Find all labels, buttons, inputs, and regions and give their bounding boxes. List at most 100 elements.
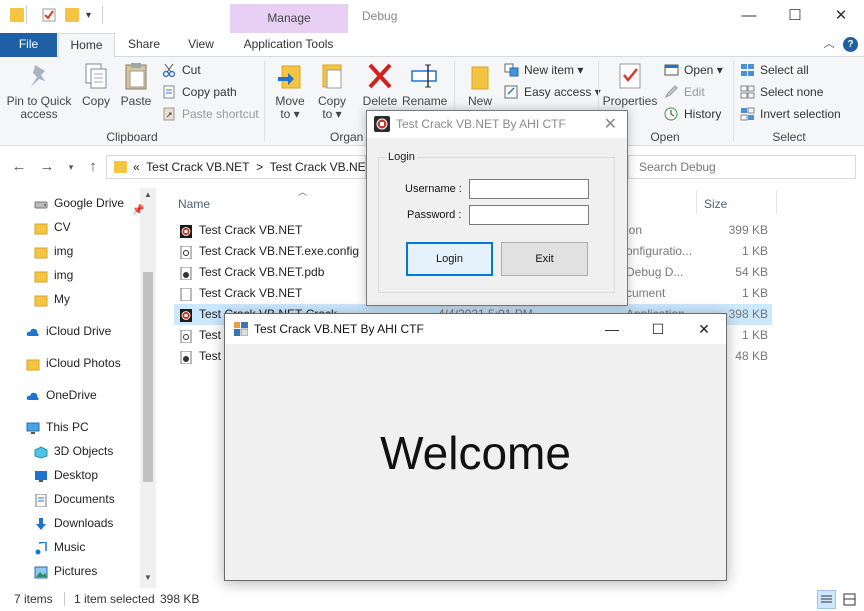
login-button[interactable]: Login — [406, 242, 493, 276]
paste-icon — [122, 61, 150, 91]
file-type: ion — [626, 223, 643, 237]
new-folder-button[interactable]: New — [460, 61, 500, 108]
sidebar-item-documents[interactable]: Documents — [35, 488, 115, 510]
rename-label: Rename — [402, 94, 448, 108]
column-header-name[interactable]: Name — [178, 195, 210, 213]
folder-icon[interactable] — [10, 8, 24, 22]
cut-button[interactable]: Cut — [162, 60, 201, 80]
scroll-up-icon[interactable]: ▲ — [144, 190, 152, 199]
easy-access-button[interactable]: Easy access ▾ — [504, 82, 601, 102]
scroll-down-icon[interactable]: ▼ — [144, 573, 152, 582]
breadcrumb-separator[interactable]: > — [256, 160, 263, 174]
sidebar-item-img-1[interactable]: img — [34, 240, 73, 262]
scissors-icon — [162, 63, 177, 78]
sidebar-item-onedrive[interactable]: OneDrive — [26, 384, 97, 406]
rename-button[interactable]: Rename — [402, 61, 448, 108]
help-button[interactable]: ? — [843, 37, 858, 52]
sidebar-item-icloud-photos[interactable]: iCloud Photos — [26, 352, 121, 374]
sidebar-item-google-drive[interactable]: Google Drive 📌 — [34, 192, 144, 216]
file-size: 54 KB — [735, 265, 768, 279]
tab-manage[interactable]: Manage — [230, 4, 348, 33]
breadcrumb-overflow[interactable]: « — [133, 160, 140, 174]
details-view-icon[interactable] — [817, 590, 836, 609]
delete-button[interactable]: Delete — [358, 61, 402, 108]
sidebar-item-desktop[interactable]: Desktop — [35, 464, 98, 486]
recent-locations-chevron-icon[interactable]: ▾ — [60, 156, 82, 178]
tab-home[interactable]: Home — [58, 33, 115, 58]
customize-quick-access-icon[interactable]: ▾ — [86, 10, 100, 24]
up-arrow-icon[interactable]: ↑ — [82, 156, 104, 178]
sidebar-item-label: My — [54, 292, 70, 306]
tab-share[interactable]: Share — [120, 33, 168, 57]
sidebar-item-this-pc[interactable]: This PC — [26, 416, 89, 438]
tab-file[interactable]: File — [0, 33, 57, 57]
copy-to-label-2: to ▾ — [322, 107, 342, 121]
properties-button[interactable]: Properties — [600, 61, 660, 108]
minimize-button[interactable]: — — [726, 0, 772, 33]
login-dialog-close-icon[interactable]: ✕ — [604, 114, 617, 134]
search-input[interactable]: Search Debug — [628, 155, 856, 179]
select-none-button[interactable]: Select none — [740, 82, 823, 102]
username-input[interactable] — [469, 179, 589, 199]
pin-icon — [25, 61, 53, 91]
cloud-icon — [26, 388, 40, 401]
paste-button[interactable]: Paste — [114, 61, 158, 108]
select-all-button[interactable]: Select all — [740, 60, 809, 80]
sidebar-item-3d-objects[interactable]: 3D Objects — [34, 440, 113, 462]
file-size: 399 KB — [728, 223, 768, 237]
welcome-maximize-button[interactable]: ☐ — [635, 314, 681, 344]
select-all-icon — [740, 63, 755, 77]
welcome-minimize-button[interactable]: — — [589, 314, 635, 344]
breadcrumb-1[interactable]: Test Crack VB.NET — [146, 160, 249, 174]
organize-group-label: Organ — [330, 130, 364, 144]
sidebar-item-img-2[interactable]: img — [34, 264, 73, 286]
password-input[interactable] — [469, 205, 589, 225]
open-label: Open ▾ — [684, 63, 723, 77]
welcome-close-button[interactable]: ✕ — [681, 314, 727, 344]
invert-selection-button[interactable]: Invert selection — [740, 104, 841, 124]
sidebar-item-icloud-drive[interactable]: iCloud Drive — [26, 320, 112, 342]
history-button[interactable]: History — [664, 104, 721, 124]
nav-scrollbar-thumb[interactable] — [143, 272, 153, 482]
breadcrumb-2[interactable]: Test Crack VB.NET — [270, 160, 365, 174]
sidebar-item-pictures[interactable]: Pictures — [34, 560, 97, 582]
large-icons-view-icon[interactable] — [840, 590, 859, 609]
ribbon-separator — [733, 61, 734, 141]
move-to-button[interactable]: Move to ▾ — [268, 61, 312, 121]
sidebar-item-label: iCloud Drive — [46, 324, 112, 338]
copy-path-icon — [162, 85, 177, 99]
tab-application-tools[interactable]: Application Tools — [231, 33, 346, 57]
new-item-button[interactable]: New item ▾ — [504, 60, 583, 80]
paste-shortcut-label: Paste shortcut — [182, 107, 259, 121]
properties-icon — [616, 61, 644, 91]
edit-button[interactable]: Edit — [664, 82, 705, 102]
new-folder-icon[interactable] — [65, 8, 79, 22]
copy-path-button[interactable]: Copy path — [162, 82, 237, 102]
sidebar-item-label: iCloud Photos — [46, 356, 121, 370]
sidebar-item-downloads[interactable]: Downloads — [36, 512, 113, 534]
sidebar-item-music[interactable]: Music — [35, 536, 85, 558]
collapse-ribbon-icon[interactable]: ︿ — [822, 33, 836, 57]
clipboard-group-label: Clipboard — [106, 130, 158, 144]
paste-shortcut-button[interactable]: Paste shortcut — [162, 104, 259, 124]
sidebar-item-cv[interactable]: CV — [34, 216, 71, 238]
column-divider[interactable] — [696, 190, 697, 214]
forward-arrow-icon[interactable]: → — [36, 156, 58, 178]
column-divider[interactable] — [776, 190, 777, 214]
sidebar-item-my[interactable]: My — [34, 288, 70, 310]
file-name: Test Crack VB.NET.exe.config — [199, 244, 360, 258]
pin-label-2: access — [20, 107, 58, 121]
column-header-size[interactable]: Size — [704, 195, 727, 213]
tab-view[interactable]: View — [178, 33, 224, 57]
properties-check-icon[interactable] — [42, 8, 56, 22]
copy-to-button[interactable]: Copy to ▾ — [310, 61, 354, 121]
exit-button[interactable]: Exit — [501, 242, 588, 276]
back-arrow-icon[interactable]: ← — [8, 156, 30, 178]
open-button[interactable]: Open ▾ — [664, 60, 723, 80]
copy-path-label: Copy path — [182, 85, 237, 99]
pin-to-quick-access-button[interactable]: Pin to Quick access — [6, 61, 72, 121]
close-button[interactable]: ✕ — [818, 0, 864, 33]
maximize-button[interactable]: ☐ — [772, 0, 818, 33]
copy-button[interactable]: Copy — [74, 61, 118, 108]
address-bar[interactable]: « Test Crack VB.NET > Test Crack VB.NET — [106, 155, 366, 179]
